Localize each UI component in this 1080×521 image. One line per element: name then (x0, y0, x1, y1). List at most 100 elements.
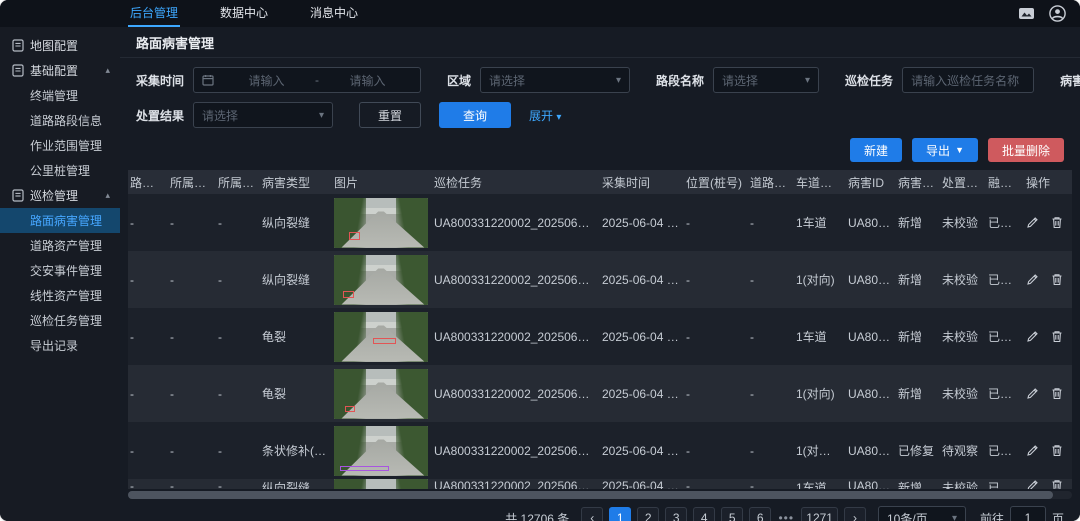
cell-result: 未校验 (940, 479, 986, 489)
delete-icon[interactable] (1051, 273, 1063, 286)
result-select[interactable]: 请选择 ▾ (193, 102, 333, 128)
page-size-select[interactable]: 10条/页 ▾ (878, 506, 966, 521)
filter-task: 巡检任务 请输入巡检任务名称 (845, 67, 1034, 93)
menu-doc-icon (12, 189, 30, 202)
date-start-placeholder[interactable]: 请输入 (222, 72, 311, 89)
page-button[interactable]: 1 (609, 507, 631, 521)
sidebar-item-sub[interactable]: 线性资产管理 (0, 283, 120, 308)
page-button[interactable]: 2 (637, 507, 659, 521)
cell-fusion: 已融合 (986, 271, 1024, 288)
cell-status: 新增 (896, 385, 940, 402)
cell-county: - (216, 216, 260, 230)
page-button[interactable]: 6 (749, 507, 771, 521)
road-name-placeholder: 请选择 (722, 72, 758, 89)
column-header: 车道位置 (794, 174, 846, 191)
task-input[interactable]: 请输入巡检任务名称 (902, 67, 1034, 93)
last-page-button[interactable]: 1271 (801, 507, 838, 521)
new-button[interactable]: 新建 (850, 138, 902, 162)
page-button[interactable]: 3 (665, 507, 687, 521)
road-photo[interactable] (334, 479, 428, 489)
sidebar-item-group[interactable]: 巡检管理▴ (0, 183, 120, 208)
road-name-select[interactable]: 请选择 ▾ (713, 67, 819, 93)
page-size-value: 10条/页 (887, 510, 928, 521)
edit-icon[interactable] (1026, 479, 1039, 489)
cell-type: 条状修补(沥青) (260, 442, 332, 459)
goto-page-input[interactable]: 1 (1010, 506, 1046, 521)
export-label: 导出 (926, 142, 950, 159)
more-pages-button[interactable]: ••• (777, 511, 795, 521)
cell-fusion: 已融合 (986, 479, 1024, 489)
sidebar-item-label: 线性资产管理 (30, 287, 102, 304)
edit-icon[interactable] (1026, 387, 1039, 400)
region-select[interactable]: 请选择 ▾ (480, 67, 630, 93)
user-avatar-icon[interactable] (1049, 5, 1066, 22)
cell-pos: - (684, 444, 748, 458)
sidebar-item-sub[interactable]: 路面病害管理 (0, 208, 120, 233)
table-row[interactable]: ---条状修补(沥青)UA800331220002_20250604133852… (128, 422, 1072, 479)
sidebar-item-sub[interactable]: 公里桩管理 (0, 158, 120, 183)
edit-icon[interactable] (1026, 330, 1039, 343)
cell-dir: - (748, 216, 794, 230)
screen-icon[interactable] (1018, 5, 1035, 22)
top-tab[interactable]: 消息中心 (308, 0, 360, 27)
edit-icon[interactable] (1026, 444, 1039, 457)
sidebar-item-sub[interactable]: 道路路段信息 (0, 108, 120, 133)
column-header: 病害状态 (896, 174, 940, 191)
scrollbar-thumb[interactable] (128, 491, 1053, 499)
sidebar-item-group[interactable]: 基础配置▴ (0, 58, 120, 83)
sidebar-item-group[interactable]: 地图配置 (0, 33, 120, 58)
sidebar-item-sub[interactable]: 道路资产管理 (0, 233, 120, 258)
next-page-button[interactable]: › (844, 507, 866, 521)
cell-pos: - (684, 479, 748, 489)
filter-row-1: 采集时间 请输入 - 请输入 区域 请选择 ▾ (136, 67, 1064, 93)
road-photo[interactable] (334, 312, 428, 362)
cell-lane: 1(对向),... (794, 442, 846, 459)
reset-button[interactable]: 重置 (359, 102, 421, 128)
table-row[interactable]: ---龟裂UA800331220002_20250604133852059202… (128, 308, 1072, 365)
page-button[interactable]: 4 (693, 507, 715, 521)
query-button[interactable]: 查询 (439, 102, 511, 128)
edit-icon[interactable] (1026, 273, 1039, 286)
cell-city: - (168, 273, 216, 287)
column-header: 路段名称 (128, 174, 168, 191)
road-photo[interactable] (334, 369, 428, 419)
export-button[interactable]: 导出 ▼ (912, 138, 978, 162)
sidebar-item-sub[interactable]: 导出记录 (0, 333, 120, 358)
top-tab[interactable]: 数据中心 (218, 0, 270, 27)
date-range-input[interactable]: 请输入 - 请输入 (193, 67, 421, 93)
horizontal-scrollbar[interactable] (128, 491, 1072, 499)
filter-disease-type: 病害类型 请选择 ▾ (1060, 67, 1080, 93)
cell-status: 新增 (896, 214, 940, 231)
prev-page-button[interactable]: ‹ (581, 507, 603, 521)
expand-link[interactable]: 展开 ▾ (529, 107, 561, 124)
cell-id: UA800... (846, 479, 896, 489)
delete-icon[interactable] (1051, 479, 1063, 489)
sidebar-item-sub[interactable]: 作业范围管理 (0, 133, 120, 158)
cell-county: - (216, 444, 260, 458)
table-row[interactable]: ---龟裂UA800331220002_20250604133852059202… (128, 365, 1072, 422)
app-window: 后台管理 数据中心 消息中心 地图配置基础配置▴终端管理道路路段信息作业范围管理公里… (0, 0, 1080, 521)
road-photo[interactable] (334, 198, 428, 248)
detection-box (343, 291, 353, 298)
delete-icon[interactable] (1051, 330, 1063, 343)
table-row[interactable]: ---纵向裂缝UA800331220002_202506041338520592… (128, 479, 1072, 489)
delete-icon[interactable] (1051, 216, 1063, 229)
sidebar-item-sub[interactable]: 终端管理 (0, 83, 120, 108)
delete-icon[interactable] (1051, 387, 1063, 400)
batch-delete-button[interactable]: 批量删除 (988, 138, 1064, 162)
sidebar-item-sub[interactable]: 巡检任务管理 (0, 308, 120, 333)
sidebar-item-sub[interactable]: 交安事件管理 (0, 258, 120, 283)
table-row[interactable]: ---纵向裂缝UA800331220002_202506041338520592… (128, 194, 1072, 251)
edit-icon[interactable] (1026, 216, 1039, 229)
top-tab[interactable]: 后台管理 (128, 0, 180, 27)
sidebar: 地图配置基础配置▴终端管理道路路段信息作业范围管理公里桩管理巡检管理▴路面病害管… (0, 27, 120, 521)
delete-icon[interactable] (1051, 444, 1063, 457)
region-placeholder: 请选择 (489, 72, 525, 89)
cell-id: UA800... (846, 216, 896, 230)
table-row[interactable]: ---纵向裂缝UA800331220002_202506041338520592… (128, 251, 1072, 308)
date-end-placeholder[interactable]: 请输入 (323, 72, 412, 89)
cell-lane: 1(对向) (794, 385, 846, 402)
page-button[interactable]: 5 (721, 507, 743, 521)
road-photo[interactable] (334, 255, 428, 305)
road-photo[interactable] (334, 426, 428, 476)
